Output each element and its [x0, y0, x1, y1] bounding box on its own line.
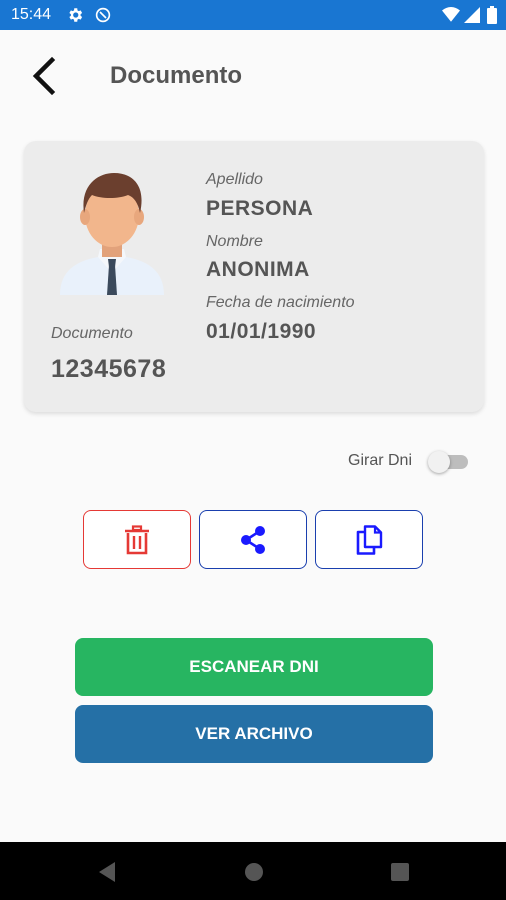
share-icon [241, 525, 265, 554]
documento-label: Documento [51, 325, 133, 342]
gear-icon [66, 6, 84, 29]
signal-icon [464, 7, 480, 28]
back-button[interactable] [24, 52, 64, 100]
copy-icon [356, 524, 383, 555]
share-button[interactable] [199, 510, 307, 569]
battery-icon [487, 6, 497, 29]
girar-dni-switch[interactable] [428, 451, 470, 473]
avatar [54, 161, 170, 295]
delete-button[interactable] [83, 510, 191, 569]
page-title: Documento [110, 62, 242, 89]
nombre-value: ANONIMA [206, 258, 310, 281]
fecha-nacimiento-value: 01/01/1990 [206, 320, 317, 343]
nav-back-icon[interactable] [97, 861, 117, 888]
trash-icon [125, 524, 149, 554]
copy-button[interactable] [315, 510, 423, 569]
fecha-nacimiento-label: Fecha de nacimiento [206, 294, 355, 311]
person-avatar-icon [60, 173, 164, 295]
app-header: Documento [0, 30, 506, 122]
id-card: Apellido PERSONA Nombre ANONIMA Fecha de… [24, 141, 484, 412]
status-bar: 15:44 [0, 0, 506, 30]
nombre-label: Nombre [206, 233, 263, 250]
nav-recents-icon[interactable] [390, 862, 410, 887]
sync-disabled-icon [94, 6, 112, 29]
back-arrow-icon [32, 56, 56, 96]
apellido-value: PERSONA [206, 197, 314, 220]
documento-value: 12345678 [51, 355, 167, 383]
wifi-icon [442, 7, 460, 28]
apellido-label: Apellido [206, 171, 263, 188]
system-nav-bar [0, 842, 506, 900]
girar-dni-label: Girar Dni [348, 452, 413, 469]
escanear-dni-button[interactable]: ESCANEAR DNI [75, 638, 433, 696]
status-time: 15:44 [11, 6, 52, 23]
switch-thumb [428, 451, 450, 473]
ver-archivo-button[interactable]: VER ARCHIVO [75, 705, 433, 763]
nav-home-icon[interactable] [243, 861, 265, 888]
